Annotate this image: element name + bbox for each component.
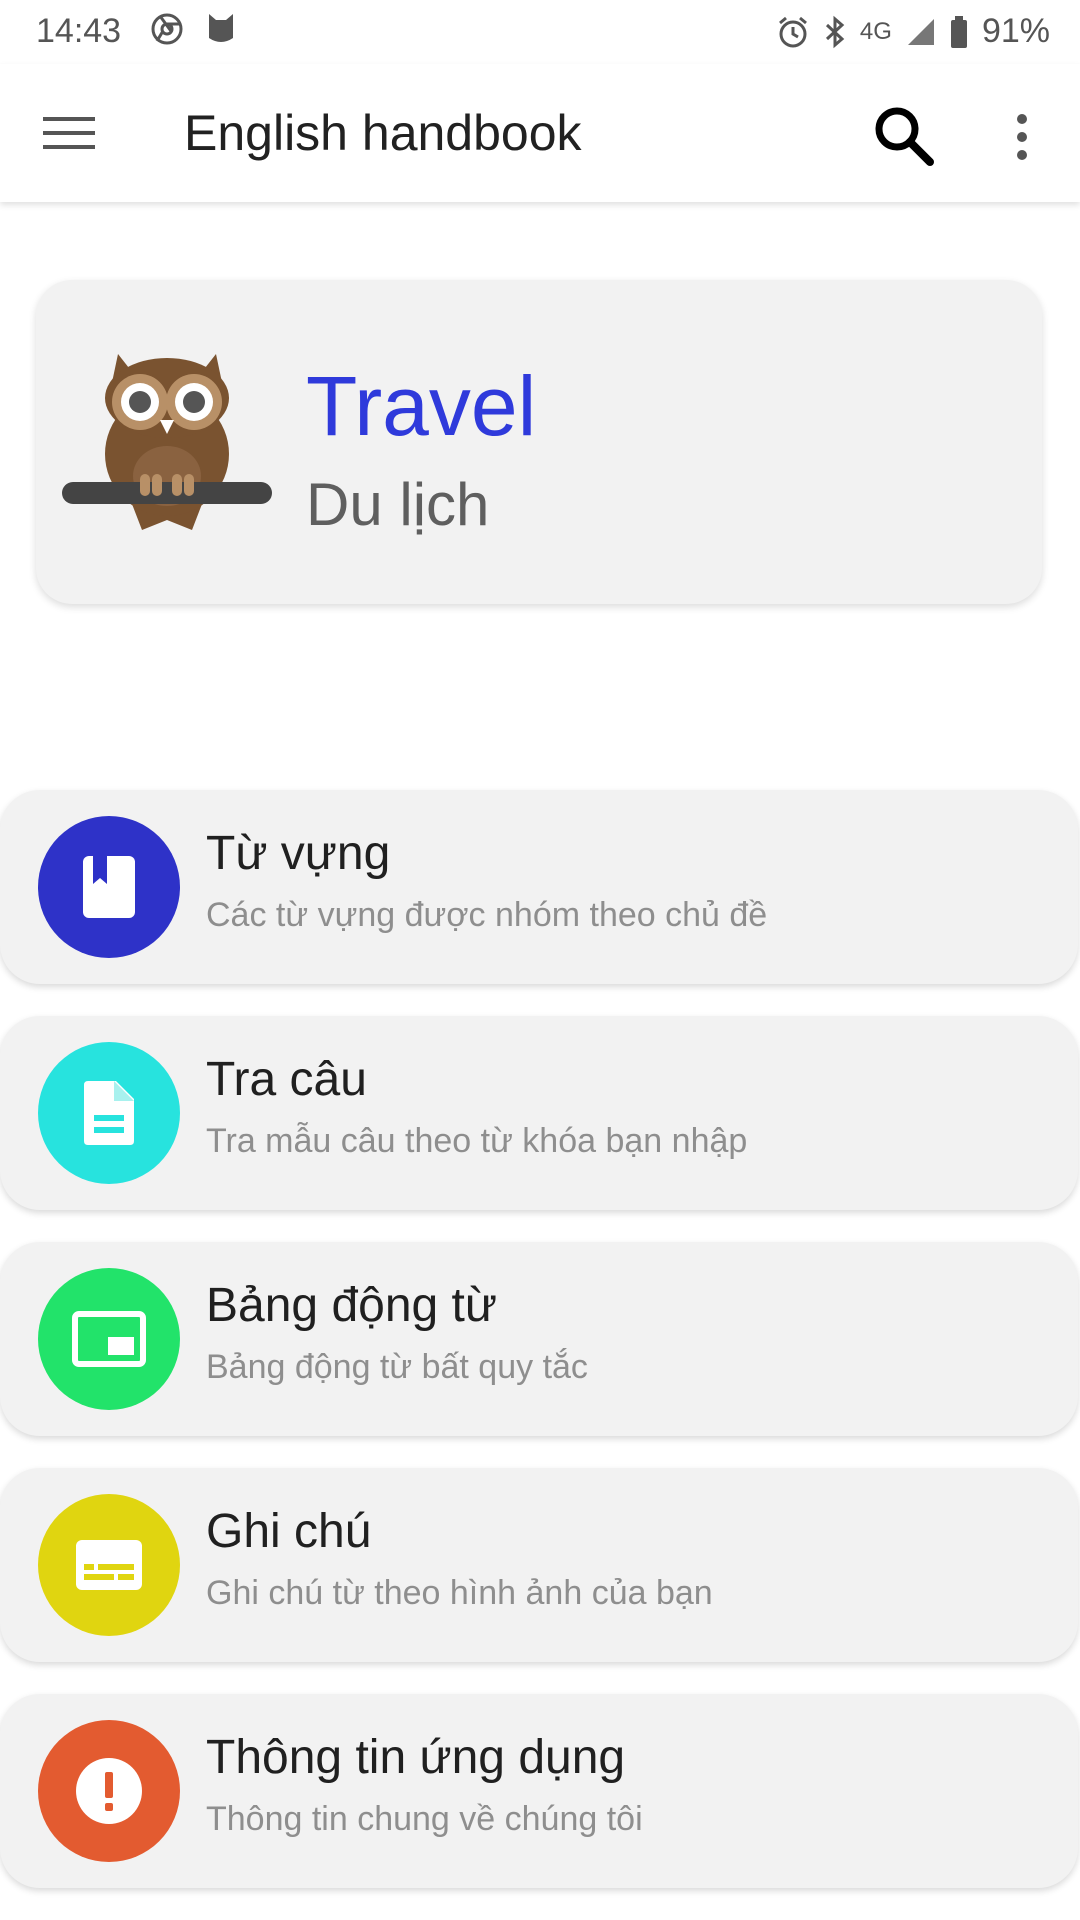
menu-item-subtitle: Các từ vựng được nhóm theo chủ đề [206, 896, 768, 934]
menu-item-subtitle: Thông tin chung về chúng tôi [206, 1800, 643, 1838]
menu-item-title: Từ vựng [206, 827, 391, 880]
menu-item-subtitle: Ghi chú từ theo hình ảnh của bạn [206, 1574, 713, 1612]
menu-item-title: Tra câu [206, 1053, 367, 1106]
bluetooth-icon [825, 15, 845, 48]
bookmark-book-icon [83, 856, 135, 918]
status-system-icons: 4G 91% [776, 12, 1050, 51]
battery-icon [950, 15, 967, 48]
menu-item-notes[interactable]: Ghi chú Ghi chú từ theo hình ảnh của bạn [0, 1468, 1078, 1662]
alarm-icon [778, 16, 807, 47]
menu-item-title: Thông tin ứng dụng [206, 1731, 626, 1784]
more-options-button[interactable] [994, 102, 1050, 172]
sentence-lookup-icon-circle [38, 1042, 180, 1184]
topic-subtitle: Du lịch [306, 471, 490, 538]
menu-item-subtitle: Tra mẫu câu theo từ khóa bạn nhập [206, 1122, 748, 1160]
menu-item-title: Ghi chú [206, 1505, 372, 1558]
verb-table-icon-circle [38, 1268, 180, 1410]
menu-item-sentence-lookup[interactable]: Tra câu Tra mẫu câu theo từ khóa bạn nhậ… [0, 1016, 1078, 1210]
status-time: 14:43 [36, 12, 122, 50]
signal-icon [907, 18, 934, 45]
search-button[interactable] [866, 98, 942, 174]
app-info-icon-circle [38, 1720, 180, 1862]
menu-item-vocabulary[interactable]: Từ vựng Các từ vựng được nhóm theo chủ đ… [0, 790, 1078, 984]
menu-item-title: Bảng động từ [206, 1279, 498, 1332]
picture-in-picture-icon [72, 1311, 146, 1367]
document-icon [84, 1081, 134, 1145]
menu-item-verb-table[interactable]: Bảng động từ Bảng động từ bất quy tắc [0, 1242, 1078, 1436]
subtitles-icon [76, 1540, 142, 1590]
topic-title: Travel [306, 359, 537, 453]
menu-item-subtitle: Bảng động từ bất quy tắc [206, 1348, 588, 1386]
app-bar: English handbook [0, 64, 1080, 202]
page-title: English handbook [184, 105, 582, 161]
topic-card[interactable]: Travel Du lịch [36, 280, 1042, 604]
battery-percent: 91% [981, 12, 1050, 50]
info-alert-icon [76, 1758, 142, 1824]
status-notification-icons [150, 12, 236, 46]
more-vert-icon [1017, 114, 1027, 160]
menu-button[interactable] [36, 104, 102, 162]
app-notification-icon [209, 14, 233, 42]
status-bar: 14:43 4G 91% [0, 0, 1080, 64]
vocabulary-icon-circle [38, 816, 180, 958]
owl-icon [62, 354, 272, 530]
menu-item-app-info[interactable]: Thông tin ứng dụng Thông tin chung về ch… [0, 1694, 1078, 1888]
notes-icon-circle [38, 1494, 180, 1636]
chrome-icon [151, 13, 183, 45]
network-type: 4G [859, 17, 892, 45]
menu-icon [43, 117, 95, 149]
search-icon [875, 107, 934, 166]
